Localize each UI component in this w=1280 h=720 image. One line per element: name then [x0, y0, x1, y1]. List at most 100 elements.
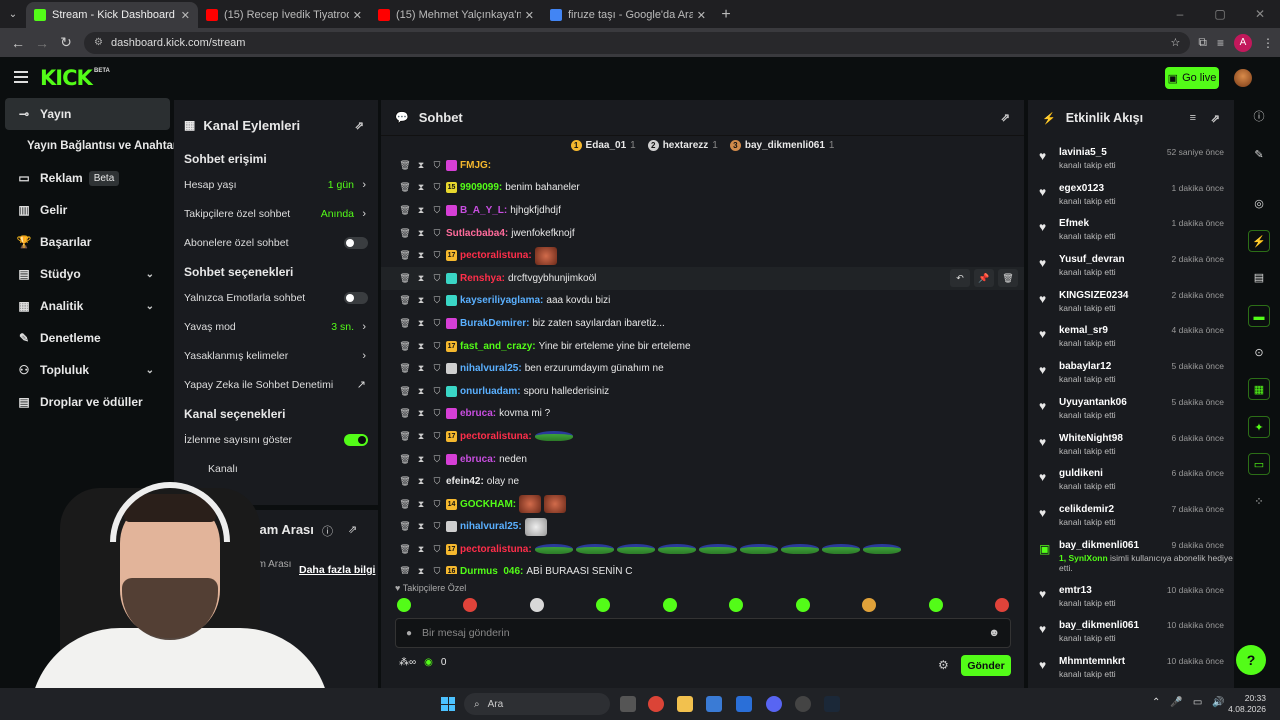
trash-icon[interactable]: 🗑 — [998, 268, 1018, 287]
chat-message[interactable]: 🗑 ⧗ ⛉ 14 GOCKHAM: — [381, 493, 1024, 516]
activity-rail-icon[interactable]: ⚡ — [1248, 230, 1270, 252]
task-view-icon[interactable] — [620, 696, 636, 712]
chat-username[interactable]: Durmus_046: — [460, 566, 523, 574]
forward-icon[interactable]: → — [30, 35, 54, 51]
close-tab-icon[interactable]: ✕ — [525, 9, 534, 22]
chat-username[interactable]: kayseriliyaglama: — [460, 295, 543, 306]
site-info-icon[interactable]: ⚙ — [94, 37, 103, 48]
timeout-icon[interactable]: ⧗ — [414, 295, 428, 306]
timeout-icon[interactable]: ⧗ — [414, 408, 428, 419]
activity-item[interactable]: ♥ egex0123 kanalı takip etti 1 dakika ön… — [1028, 180, 1234, 216]
broadcast-icon[interactable]: ⊙ — [1248, 342, 1270, 364]
timeout-icon[interactable]: ⧗ — [414, 566, 428, 574]
chat-message[interactable]: 🗑 ⧗ ⛉ nihalvural25: — [381, 516, 1024, 539]
chat-message[interactable]: 🗑 ⧗ ⛉ BurakDemirer: biz zaten sayılardan i… — [381, 312, 1024, 335]
emote-only-toggle[interactable] — [344, 291, 368, 304]
browser-tab[interactable]: (15) Mehmet Yalçınkaya'nın Mu ✕ — [370, 2, 542, 28]
sidebar-item[interactable]: ⚇ Topluluk ⌄ — [0, 354, 172, 386]
popout-icon[interactable]: ⇗ — [355, 119, 364, 132]
chat-message[interactable]: 🗑 ⧗ ⛉ 17 pectoralistuna: — [381, 244, 1024, 267]
bookmark-star-icon[interactable]: ☆ — [1171, 36, 1181, 49]
emote-button[interactable] — [862, 598, 877, 612]
activity-item[interactable]: ♥ KINGSIZE0234 kanalı takip etti 2 dakik… — [1028, 287, 1234, 323]
activity-item[interactable]: ♥ kemal_sr9 kanalı takip etti 4 dakika ö… — [1028, 322, 1234, 358]
tab-search-icon[interactable]: ⌄ — [0, 0, 26, 28]
browser-tab[interactable]: Stream - Kick Dashboard ✕ — [26, 2, 198, 28]
delete-icon[interactable]: 🗑 — [398, 386, 412, 397]
sidebar-item[interactable]: ▤ Droplar ve ödüller — [0, 386, 172, 418]
delete-icon[interactable]: 🗑 — [398, 182, 412, 193]
browser-tab[interactable]: firuze taşı - Google'da Ara ✕ — [542, 2, 714, 28]
chat-username[interactable]: pectoralistuna: — [460, 544, 532, 555]
chat-message[interactable]: 🗑 ⧗ ⛉ efein42: olay ne — [381, 470, 1024, 493]
close-window-icon[interactable]: ✕ — [1240, 0, 1280, 28]
emote-button[interactable] — [397, 598, 411, 612]
back-icon[interactable]: ← — [6, 35, 30, 51]
timeout-icon[interactable]: ⧗ — [414, 521, 428, 532]
chat-username[interactable]: fast_and_crazy: — [460, 341, 536, 352]
timeout-icon[interactable]: ⧗ — [414, 205, 428, 216]
delete-icon[interactable]: 🗑 — [398, 363, 412, 374]
delete-icon[interactable]: 🗑 — [398, 566, 412, 574]
filter-icon[interactable]: ≡ — [1190, 112, 1196, 124]
chat-username[interactable]: Sutlacbaba4: — [446, 228, 508, 239]
clock[interactable]: 20:33 4.08.2026 — [1228, 693, 1266, 715]
timeout-icon[interactable]: ⧗ — [414, 228, 428, 239]
sidebar-item[interactable]: ⊸ Yayın — [5, 98, 170, 130]
info-icon[interactable]: ⓘ — [1248, 106, 1270, 128]
help-icon[interactable]: ? — [1236, 645, 1266, 675]
subs-only-toggle[interactable] — [344, 236, 368, 249]
close-tab-icon[interactable]: ✕ — [181, 9, 190, 22]
chat-username[interactable]: pectoralistuna: — [460, 250, 532, 261]
timeout-icon[interactable]: ⧗ — [414, 363, 428, 374]
send-button[interactable]: Gönder — [961, 655, 1011, 676]
emote-button[interactable] — [928, 598, 943, 612]
microphone-icon[interactable]: 🎤 — [1170, 697, 1182, 708]
timeout-icon[interactable]: ⧗ — [414, 160, 428, 171]
window-rail-icon[interactable]: ▭ — [1248, 453, 1270, 475]
timeout-icon[interactable]: ⧗ — [414, 341, 428, 352]
account-age-setting[interactable]: Hesap yaşı 1 gün › — [174, 170, 378, 199]
url-input[interactable]: ⚙ dashboard.kick.com/stream ☆ — [84, 31, 1191, 54]
profile-avatar[interactable]: A — [1234, 33, 1252, 52]
leaderboard-entry[interactable]: 3 bay_dikmenli061 1 — [729, 139, 834, 151]
popout-icon[interactable]: ⇗ — [1211, 112, 1220, 125]
chat-username[interactable]: Renshya: — [460, 273, 505, 284]
chat-messages[interactable]: 🗑 ⧗ ⛉ FMJG: 🗑 ⧗ ⛉ 15 9909099: benim bahaneler… — [381, 154, 1024, 574]
edit-icon[interactable]: ✎ — [1248, 144, 1270, 166]
discord-icon[interactable] — [766, 696, 782, 712]
delete-icon[interactable]: 🗑 — [398, 205, 412, 216]
chevron-up-icon[interactable]: ⌃ — [1152, 697, 1160, 708]
chat-username[interactable]: BurakDemirer: — [460, 318, 529, 329]
emote-button[interactable] — [795, 598, 810, 612]
emote-picker-icon[interactable]: ⁂∞ — [399, 657, 416, 668]
extensions-icon[interactable]: ⧉ — [1198, 35, 1207, 50]
chat-message[interactable]: 🗑 ⧗ ⛉ 17 pectoralistuna: — [381, 538, 1024, 561]
chat-username[interactable]: nihalvural25: — [460, 521, 522, 532]
timeout-icon[interactable]: ⧗ — [414, 318, 428, 329]
activity-list[interactable]: ♥ lavinia5_5 kanalı takip etti 52 saniye… — [1028, 144, 1234, 689]
close-tab-icon[interactable]: ✕ — [353, 9, 362, 22]
chat-message[interactable]: 🗑 ⧗ ⛉ 17 pectoralistuna: — [381, 425, 1024, 448]
new-tab-button[interactable]: + — [714, 2, 738, 28]
sidebar-item[interactable]: ✎ Denetleme — [0, 322, 172, 354]
menu-icon[interactable] — [14, 71, 28, 86]
camera-icon[interactable]: ◎ — [1248, 193, 1270, 215]
delete-icon[interactable]: 🗑 — [398, 454, 412, 465]
clipboard-icon[interactable]: ▤ — [1248, 267, 1270, 289]
network-icon[interactable]: ▭ — [1193, 697, 1202, 708]
activity-item[interactable]: ♥ bay_dikmenli061 kanalı takip etti 10 d… — [1028, 617, 1234, 653]
leaderboard-entry[interactable]: 1 Edaa_01 1 — [570, 139, 636, 151]
delete-icon[interactable]: 🗑 — [398, 499, 412, 510]
chat-username[interactable]: GOCKHAM: — [460, 499, 516, 510]
timeout-icon[interactable]: ⧗ — [414, 182, 428, 193]
ai-moderation-setting[interactable]: Yapay Zeka ile Sohbet Denetimi ↗ — [174, 370, 378, 399]
mail-icon[interactable] — [736, 696, 752, 712]
activity-item[interactable]: ♥ Mhmntemnkrt kanalı takip etti 10 dakik… — [1028, 653, 1234, 689]
activity-item[interactable]: ♥ lavinia5_5 kanalı takip etti 52 saniye… — [1028, 144, 1234, 180]
activity-item[interactable]: ♥ celikdemir2 kanalı takip etti 7 dakika… — [1028, 501, 1234, 537]
show-viewers-toggle[interactable] — [344, 433, 368, 446]
chat-username[interactable]: FMJG: — [460, 160, 491, 171]
sidebar-item[interactable]: ▥ Gelir — [0, 194, 172, 226]
browser-menu-icon[interactable]: ⋮ — [1262, 36, 1274, 50]
